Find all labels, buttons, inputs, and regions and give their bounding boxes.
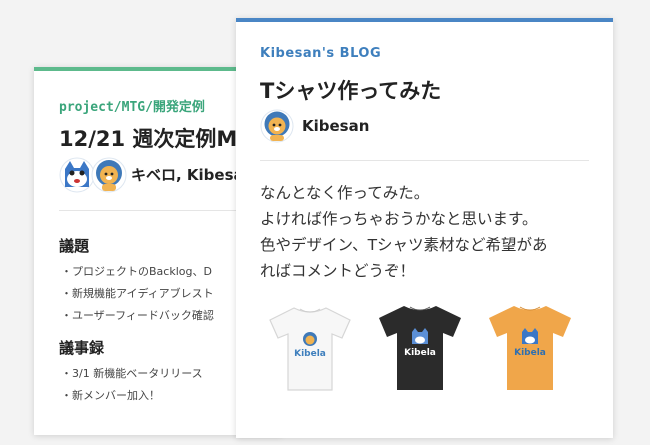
blog-name-link[interactable]: Kibesan's BLOG — [260, 46, 381, 61]
post-author-name: Kibesan — [302, 117, 370, 135]
section-heading-agenda: 議題 — [59, 237, 90, 255]
tshirt-image-white: Kibela — [264, 302, 356, 394]
list-item: ・プロジェクトのBacklog、D — [61, 265, 212, 278]
post-body-line: なんとなく作ってみた。 — [260, 184, 430, 202]
note-author-avatars — [59, 157, 129, 193]
list-item: ・新メンバー加入！ — [61, 389, 160, 402]
list-item: ・ユーザーフィードバック確認 — [61, 309, 214, 322]
post-body-line: よければ作っちゃおうかなと思います。 — [260, 210, 538, 228]
list-item: ・3/1 新機能ベータリリース — [61, 367, 203, 380]
tshirt-logo-text: Kibela — [294, 349, 326, 359]
blog-post-card[interactable]: Kibesan's BLOG Tシャツ作ってみた Kibesan なんとなく作っ… — [236, 18, 613, 438]
kibesan-avatar-icon — [260, 109, 294, 143]
list-item: ・新規機能アイディアブレスト — [61, 287, 214, 300]
post-body-line: ればコメントどうぞ！ — [260, 262, 416, 280]
tshirt-image-orange: Kibela — [483, 300, 577, 394]
tshirt-image-black: Kibela — [373, 300, 467, 394]
kibero-avatar-icon — [59, 157, 95, 193]
tshirt-logo-text: Kibela — [404, 348, 436, 358]
post-author[interactable]: Kibesan — [260, 108, 369, 144]
note-folder-path[interactable]: project/MTG/開発定例 — [59, 96, 205, 115]
tshirt-logo-text: Kibela — [514, 348, 546, 358]
divider — [260, 160, 589, 161]
post-body-line: 色やデザイン、Tシャツ素材など希望があ — [260, 236, 548, 254]
section-heading-minutes: 議事録 — [59, 339, 105, 357]
kibesan-avatar-icon — [91, 157, 127, 193]
post-title: Tシャツ作ってみた — [260, 79, 442, 103]
post-body: なんとなく作ってみた。 よければ作っちゃおうかなと思います。 色やデザイン、Tシ… — [260, 180, 600, 284]
